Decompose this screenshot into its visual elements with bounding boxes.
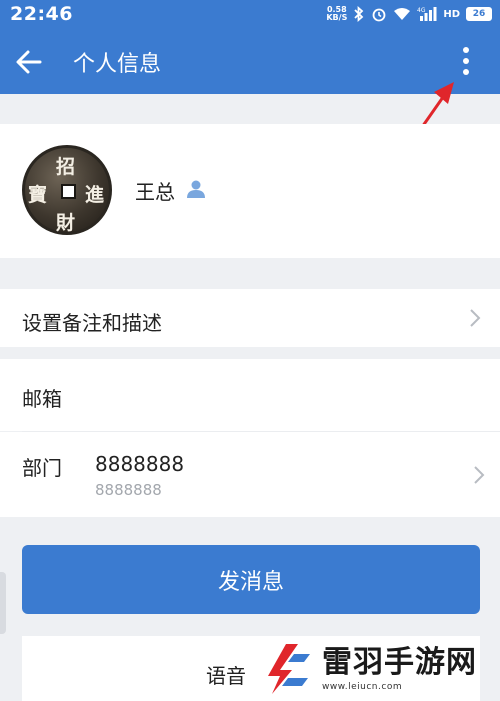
avatar-char: 招	[56, 156, 76, 178]
watermark-text: 雷羽手游网 www.leiucn.com	[322, 644, 477, 692]
battery-level: 26	[472, 9, 486, 19]
more-dot	[463, 69, 469, 75]
department-label: 部门	[22, 456, 62, 480]
send-message-button[interactable]: 发消息	[22, 545, 480, 614]
bluetooth-icon	[353, 6, 365, 22]
status-time: 22:46	[10, 3, 73, 25]
watermark-url: www.leiucn.com	[322, 681, 403, 692]
remark-label: 设置备注和描述	[22, 311, 162, 335]
network-speed-unit: KB/S	[326, 13, 348, 22]
department-value: 8888888	[95, 452, 185, 476]
email-row: 邮箱	[0, 359, 500, 431]
status-bar: 22:46 0.58 KB/S 4G HD 26	[0, 0, 500, 28]
department-row[interactable]: 部门 8888888 8888888	[0, 432, 500, 517]
hd-indicator: HD	[443, 8, 460, 20]
coin-hole	[61, 184, 76, 199]
department-sub-value: 8888888	[95, 481, 162, 499]
battery-icon: 26	[466, 7, 492, 21]
wifi-icon	[393, 7, 411, 21]
signal-label: 4G	[417, 7, 426, 14]
more-dot	[463, 58, 469, 64]
contact-name: 王总	[135, 180, 175, 204]
remark-row[interactable]: 设置备注和描述	[0, 289, 500, 347]
profile-card: 招 進 財 寶 王总	[0, 124, 500, 258]
watermark: 雷羽手游网 www.leiucn.com	[258, 636, 500, 701]
email-label: 邮箱	[22, 387, 62, 411]
avatar-char: 財	[56, 212, 76, 234]
chevron-right-icon	[470, 309, 481, 327]
more-menu-button[interactable]	[452, 44, 480, 78]
network-speed: 0.58 KB/S	[326, 6, 347, 22]
status-icons: 0.58 KB/S 4G HD 26	[326, 4, 492, 24]
watermark-logo-icon	[268, 643, 310, 694]
back-button[interactable]	[14, 46, 46, 78]
alarm-icon	[371, 6, 387, 22]
avatar-char: 寶	[28, 184, 48, 206]
voice-label: 语音	[206, 664, 246, 688]
back-arrow-icon	[16, 50, 42, 74]
side-handle	[0, 572, 6, 634]
person-icon	[187, 180, 205, 198]
avatar[interactable]: 招 進 財 寶	[22, 145, 112, 235]
page-title: 个人信息	[73, 52, 162, 77]
avatar-char: 進	[85, 184, 105, 206]
watermark-title: 雷羽手游网	[322, 644, 477, 680]
chevron-right-icon	[474, 466, 485, 484]
signal-icon: 4G	[417, 6, 437, 22]
more-dot	[463, 47, 469, 53]
